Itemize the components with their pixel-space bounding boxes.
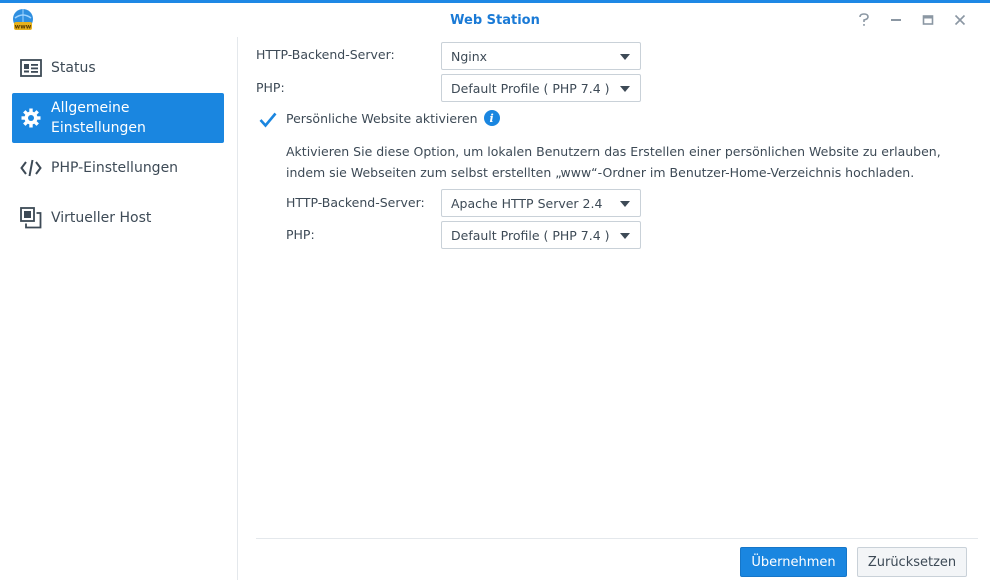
php-select[interactable]: Default Profile ( PHP 7.4 ) [441, 74, 641, 102]
personal-php-value: Default Profile ( PHP 7.4 ) [451, 227, 610, 243]
general-settings-panel: HTTP-Backend-Server: Nginx PHP: Default … [256, 37, 978, 580]
personal-http-backend-select[interactable]: Apache HTTP Server 2.4 [441, 189, 641, 217]
http-backend-value: Nginx [451, 48, 488, 64]
window-title: Web Station [450, 12, 540, 28]
gear-icon [20, 107, 42, 129]
virtual-host-icon [20, 207, 42, 229]
http-backend-select[interactable]: Nginx [441, 42, 641, 70]
info-icon[interactable]: i [483, 110, 500, 126]
personal-website-row: Persönliche Website aktivieren i [286, 110, 500, 126]
code-icon [20, 157, 42, 179]
sidebar-item-label: Allgemeine Einstellungen [51, 100, 146, 136]
sidebar-item-status[interactable]: Status [12, 53, 224, 83]
php-value: Default Profile ( PHP 7.4 ) [451, 80, 610, 96]
personal-website-label: Persönliche Website aktivieren [286, 110, 478, 126]
sidebar-item-label: Status [51, 60, 96, 76]
close-icon[interactable] [944, 10, 976, 30]
personal-php-label: PHP: [286, 227, 315, 242]
sidebar-item-label: Virtueller Host [51, 210, 152, 226]
svg-text:www: www [15, 24, 32, 31]
personal-website-description: Aktivieren Sie diese Option, um lokalen … [286, 144, 941, 180]
apply-button[interactable]: Übernehmen [740, 547, 847, 577]
sidebar-item-general-settings[interactable]: Allgemeine Einstellungen [12, 93, 224, 143]
sidebar-item-label: PHP-Einstellungen [51, 160, 179, 176]
minimize-icon[interactable] [880, 10, 912, 30]
checkmark-icon [259, 112, 277, 128]
sidebar-item-php-settings[interactable]: PHP-Einstellungen [12, 153, 224, 183]
footer-divider [256, 538, 978, 539]
chevron-down-icon [620, 201, 630, 207]
title-bar: www Web Station [0, 3, 990, 37]
chevron-down-icon [620, 86, 630, 92]
sidebar: Status Allgemeine Einstellungen PHP-Eins… [0, 37, 238, 580]
status-card-icon [20, 57, 42, 79]
personal-http-backend-label: HTTP-Backend-Server: [286, 195, 425, 210]
window-controls [848, 10, 976, 30]
sidebar-item-virtual-host[interactable]: Virtueller Host [12, 203, 224, 233]
reset-button[interactable]: Zurücksetzen [857, 547, 967, 577]
personal-website-checkbox[interactable] [259, 111, 277, 129]
personal-http-backend-value: Apache HTTP Server 2.4 [451, 195, 603, 211]
maximize-icon[interactable] [912, 10, 944, 30]
personal-php-select[interactable]: Default Profile ( PHP 7.4 ) [441, 221, 641, 249]
php-label: PHP: [256, 80, 285, 95]
chevron-down-icon [620, 54, 630, 60]
web-station-app-icon: www [11, 8, 35, 32]
chevron-down-icon [620, 233, 630, 239]
http-backend-label: HTTP-Backend-Server: [256, 47, 395, 62]
web-station-window: www Web Station Status Allgemeine Einste… [0, 0, 990, 580]
help-icon[interactable] [848, 10, 880, 30]
